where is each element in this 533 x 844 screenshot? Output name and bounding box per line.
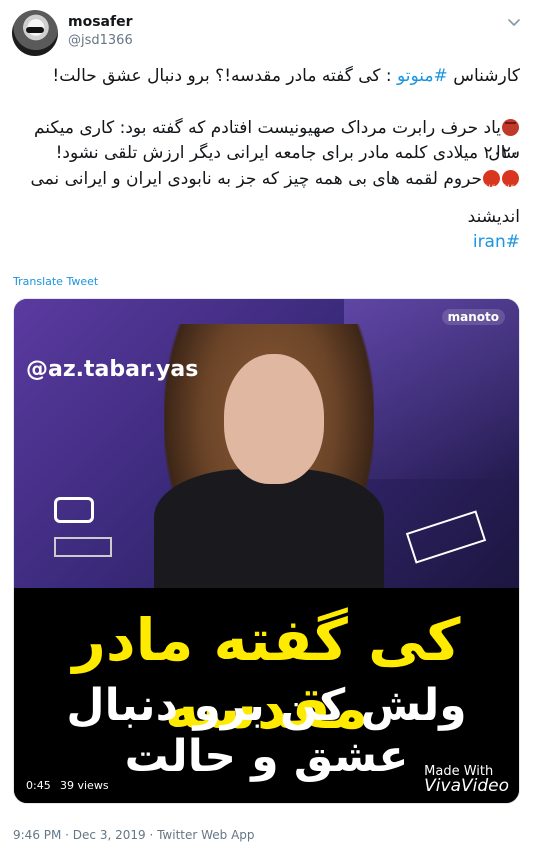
- video-player[interactable]: manoto @az.tabar.yas کی گفته مادر مقدسه …: [13, 298, 520, 804]
- cursing-face-emoji: [483, 170, 500, 200]
- tweet-line-4-text: حروم لقمه های بی همه چیز که جز به نابودی…: [30, 169, 482, 189]
- video-frame-studio: manoto @az.tabar.yas: [14, 299, 519, 594]
- caption-band: کی گفته مادر مقدسه ولش کن برو دنبال عشق …: [14, 588, 519, 803]
- watermark-line-2: VivaVideo: [424, 776, 509, 796]
- chevron-down-icon[interactable]: [506, 14, 522, 30]
- presenter-body: [154, 469, 384, 589]
- video-views: 39 views: [56, 777, 113, 795]
- tweet-line-3: ۲۰۲۰ میلادی کلمه مادر برای جامعه ایرانی …: [55, 143, 520, 163]
- tweet-line-5: اندیشند: [467, 207, 520, 227]
- avatar[interactable]: [12, 10, 58, 56]
- video-duration: 0:45: [22, 777, 55, 795]
- vivavideo-watermark: Made With VivaVideo: [424, 765, 509, 796]
- translate-tweet-link[interactable]: Translate Tweet: [13, 275, 98, 288]
- tweet-line-1-after: : کی گفته مادر مقدسه!؟ برو دنبال عشق حال…: [52, 66, 392, 86]
- tweet-line-1: کارشناس #منوتو : کی گفته مادر مقدسه!؟ بر…: [12, 64, 520, 89]
- tweet-line-1-before: کارشناس: [453, 66, 520, 86]
- hashtag-iran[interactable]: #iran: [473, 232, 520, 252]
- studio-logo: [54, 497, 94, 523]
- studio-badge: [54, 537, 112, 557]
- hashtag-manoto[interactable]: #منوتو: [397, 66, 448, 86]
- overlay-sticker: [405, 510, 487, 564]
- tweet-timestamp[interactable]: 9:46 PM · Dec 3, 2019 · Twitter Web App: [13, 828, 255, 842]
- overlay-handle: @az.tabar.yas: [26, 357, 199, 382]
- avatar-sunglasses: [26, 27, 44, 33]
- display-name[interactable]: mosafer: [68, 14, 132, 30]
- user-handle[interactable]: @jsd1366: [68, 33, 133, 48]
- presenter-face: [224, 354, 324, 484]
- cursing-face-emoji: [502, 170, 519, 200]
- tv-channel-logo: manoto: [441, 309, 505, 325]
- hashtag-iran-line: #iran: [12, 230, 520, 255]
- tweet-line-4: حروم لقمه های بی همه چیز که جز به نابودی…: [12, 167, 520, 200]
- ogre-emoji: [502, 119, 519, 136]
